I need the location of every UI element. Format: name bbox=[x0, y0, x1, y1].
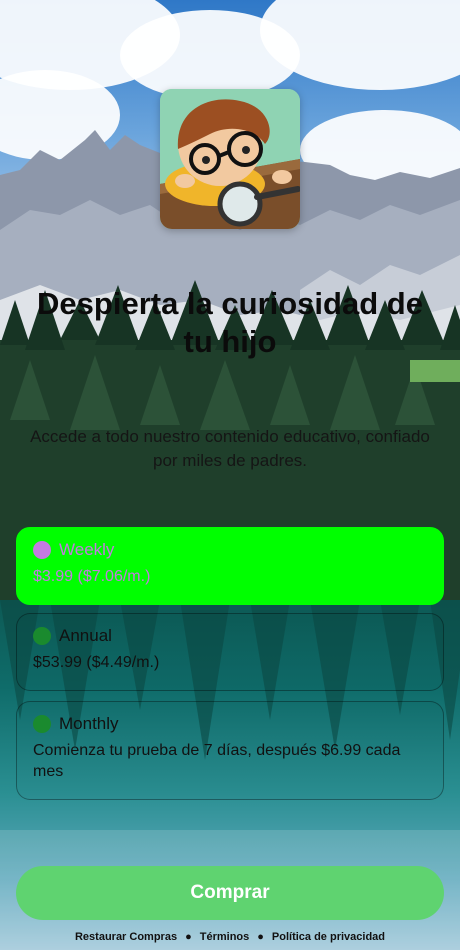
separator-dot: ● bbox=[257, 931, 264, 943]
curious-child-magnifier-icon bbox=[160, 89, 300, 229]
footer-links: Restaurar Compras ● Términos ● Política … bbox=[0, 928, 460, 946]
plan-option-weekly[interactable]: Weekly $3.99 ($7.06/m.) bbox=[16, 527, 444, 605]
plan-price: $3.99 ($7.06/m.) bbox=[33, 568, 151, 585]
radio-icon bbox=[33, 715, 51, 733]
radio-selected-icon bbox=[33, 541, 51, 559]
plan-option-annual[interactable]: Annual $53.99 ($4.49/m.) bbox=[16, 613, 444, 691]
plan-price: $53.99 ($4.49/m.) bbox=[33, 654, 160, 671]
plan-name: Monthly bbox=[59, 714, 119, 733]
separator-dot: ● bbox=[185, 931, 192, 943]
plan-name: Weekly bbox=[59, 540, 115, 559]
app-icon bbox=[160, 89, 300, 229]
page-title: Despierta la curiosidad de tu hijo bbox=[37, 286, 423, 359]
radio-icon bbox=[33, 627, 51, 645]
restore-purchases-link[interactable]: Restaurar Compras bbox=[75, 931, 177, 943]
terms-link[interactable]: Términos bbox=[200, 931, 250, 943]
buy-button[interactable]: Comprar bbox=[16, 866, 444, 920]
privacy-policy-link[interactable]: Política de privacidad bbox=[272, 931, 385, 943]
page-subtitle: Accede a todo nuestro contenido educativ… bbox=[30, 427, 430, 470]
plan-price: Comienza tu prueba de 7 días, después $6… bbox=[33, 742, 401, 780]
plan-option-monthly[interactable]: Monthly Comienza tu prueba de 7 días, de… bbox=[16, 701, 444, 800]
plan-name: Annual bbox=[59, 626, 112, 645]
